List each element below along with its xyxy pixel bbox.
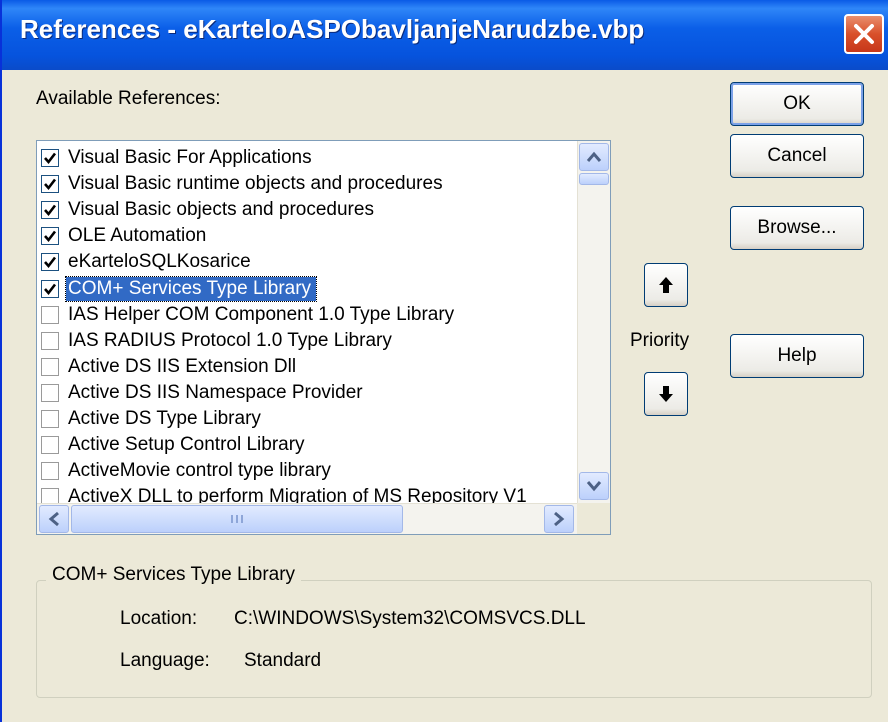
scroll-right-button[interactable] [544, 505, 574, 533]
reference-item[interactable]: Active DS IIS Extension Dll [41, 354, 573, 380]
reference-label: Visual Basic For Applications [68, 147, 312, 168]
reference-checkbox[interactable] [41, 357, 59, 376]
reference-item[interactable]: ActiveMovie control type library [41, 458, 573, 484]
grip-icon [231, 515, 243, 523]
reference-label: OLE Automation [68, 225, 207, 247]
priority-down-button[interactable] [644, 372, 688, 416]
language-label: Language: [120, 650, 210, 671]
reference-checkbox[interactable] [41, 436, 59, 455]
reference-item[interactable]: Active DS Type Library [41, 406, 573, 432]
checkmark-icon [44, 178, 57, 191]
help-button[interactable]: Help [730, 334, 864, 378]
title-bar[interactable]: References - eKarteloASPObavljanjeNarudz… [2, 0, 888, 70]
references-items: Visual Basic For Applications Visual Basi… [37, 141, 577, 505]
reference-item[interactable]: IAS RADIUS Protocol 1.0 Type Library [41, 328, 573, 354]
chevron-up-icon [586, 151, 602, 162]
horizontal-scroll-thumb[interactable] [71, 505, 403, 533]
chevron-down-icon [586, 481, 602, 492]
reference-item[interactable]: Visual Basic runtime objects and procedu… [41, 171, 573, 197]
reference-checkbox[interactable] [41, 149, 59, 167]
reference-label: Active Setup Control Library [68, 434, 305, 456]
reference-label: Active DS IIS Extension Dll [68, 355, 297, 377]
reference-checkbox[interactable] [41, 253, 59, 272]
reference-label: Active DS Type Library [68, 408, 261, 429]
checkmark-icon [44, 231, 57, 243]
scrollbar-corner [577, 503, 610, 534]
scroll-up-button[interactable] [579, 143, 609, 171]
reference-checkbox[interactable] [41, 201, 59, 220]
vertical-scrollbar[interactable] [577, 141, 610, 503]
language-value: Standard [244, 650, 322, 671]
reference-checkbox[interactable] [41, 175, 59, 194]
priority-up-button[interactable] [644, 263, 688, 307]
reference-checkbox[interactable] [41, 279, 59, 298]
reference-label: eKarteloSQLKosarice [68, 251, 251, 273]
chevron-left-icon [48, 511, 59, 527]
reference-item[interactable]: ActiveX DLL to perform Migration of MS R… [41, 484, 573, 505]
reference-details-title: COM+ Services Type Library [46, 564, 302, 586]
arrow-down-icon [659, 386, 673, 402]
reference-label: IAS Helper COM Component 1.0 Type Librar… [68, 303, 455, 325]
browse-button[interactable]: Browse... [730, 206, 864, 250]
reference-label: Visual Basic runtime objects and procedu… [68, 173, 443, 195]
close-icon [854, 24, 874, 44]
reference-checkbox[interactable] [41, 305, 59, 324]
close-button[interactable] [844, 14, 884, 54]
reference-item[interactable]: COM+ Services Type Library [41, 275, 573, 302]
priority-label: Priority [630, 330, 690, 351]
reference-item[interactable]: Visual Basic For Applications [41, 145, 573, 171]
arrow-up-icon [659, 277, 673, 293]
reference-label: ActiveMovie control type library [68, 460, 331, 482]
vertical-scroll-thumb[interactable] [579, 173, 609, 185]
reference-checkbox[interactable] [41, 331, 59, 350]
reference-checkbox[interactable] [41, 227, 59, 246]
reference-details-group [36, 580, 872, 698]
reference-checkbox[interactable] [41, 410, 59, 428]
available-references-label: Available References: [36, 88, 221, 109]
reference-checkbox[interactable] [41, 383, 59, 402]
scroll-left-button[interactable] [39, 505, 69, 533]
window-title: References - eKarteloASPObavljanjeNarudz… [20, 14, 645, 44]
reference-item[interactable]: OLE Automation [41, 223, 573, 249]
location-label: Location: [120, 608, 198, 629]
cancel-button[interactable]: Cancel [730, 134, 864, 178]
reference-item[interactable]: IAS Helper COM Component 1.0 Type Librar… [41, 302, 573, 328]
reference-checkbox[interactable] [41, 462, 59, 481]
reference-label: Active DS IIS Namespace Provider [68, 381, 363, 403]
reference-label: COM+ Services Type Library [64, 275, 318, 302]
reference-item[interactable]: eKarteloSQLKosarice [41, 249, 573, 275]
horizontal-scrollbar[interactable] [37, 503, 578, 534]
checkmark-icon [44, 152, 57, 165]
reference-item[interactable]: Active DS IIS Namespace Provider [41, 380, 573, 406]
references-dialog: References - eKarteloASPObavljanjeNarudz… [0, 0, 888, 722]
reference-item[interactable]: Visual Basic objects and procedures [41, 197, 573, 223]
checkmark-icon [44, 204, 57, 217]
scroll-down-button[interactable] [579, 472, 609, 500]
reference-label: Visual Basic objects and procedures [68, 199, 374, 221]
reference-label: IAS RADIUS Protocol 1.0 Type Library [68, 329, 392, 351]
checkmark-icon [44, 283, 57, 295]
references-list[interactable]: Visual Basic For Applications Visual Basi… [36, 140, 611, 535]
chevron-right-icon [554, 511, 565, 527]
checkmark-icon [44, 257, 57, 269]
reference-item[interactable]: Active Setup Control Library [41, 432, 573, 458]
location-value: C:\WINDOWS\System32\COMSVCS.DLL [234, 608, 586, 629]
ok-button[interactable]: OK [730, 82, 864, 126]
